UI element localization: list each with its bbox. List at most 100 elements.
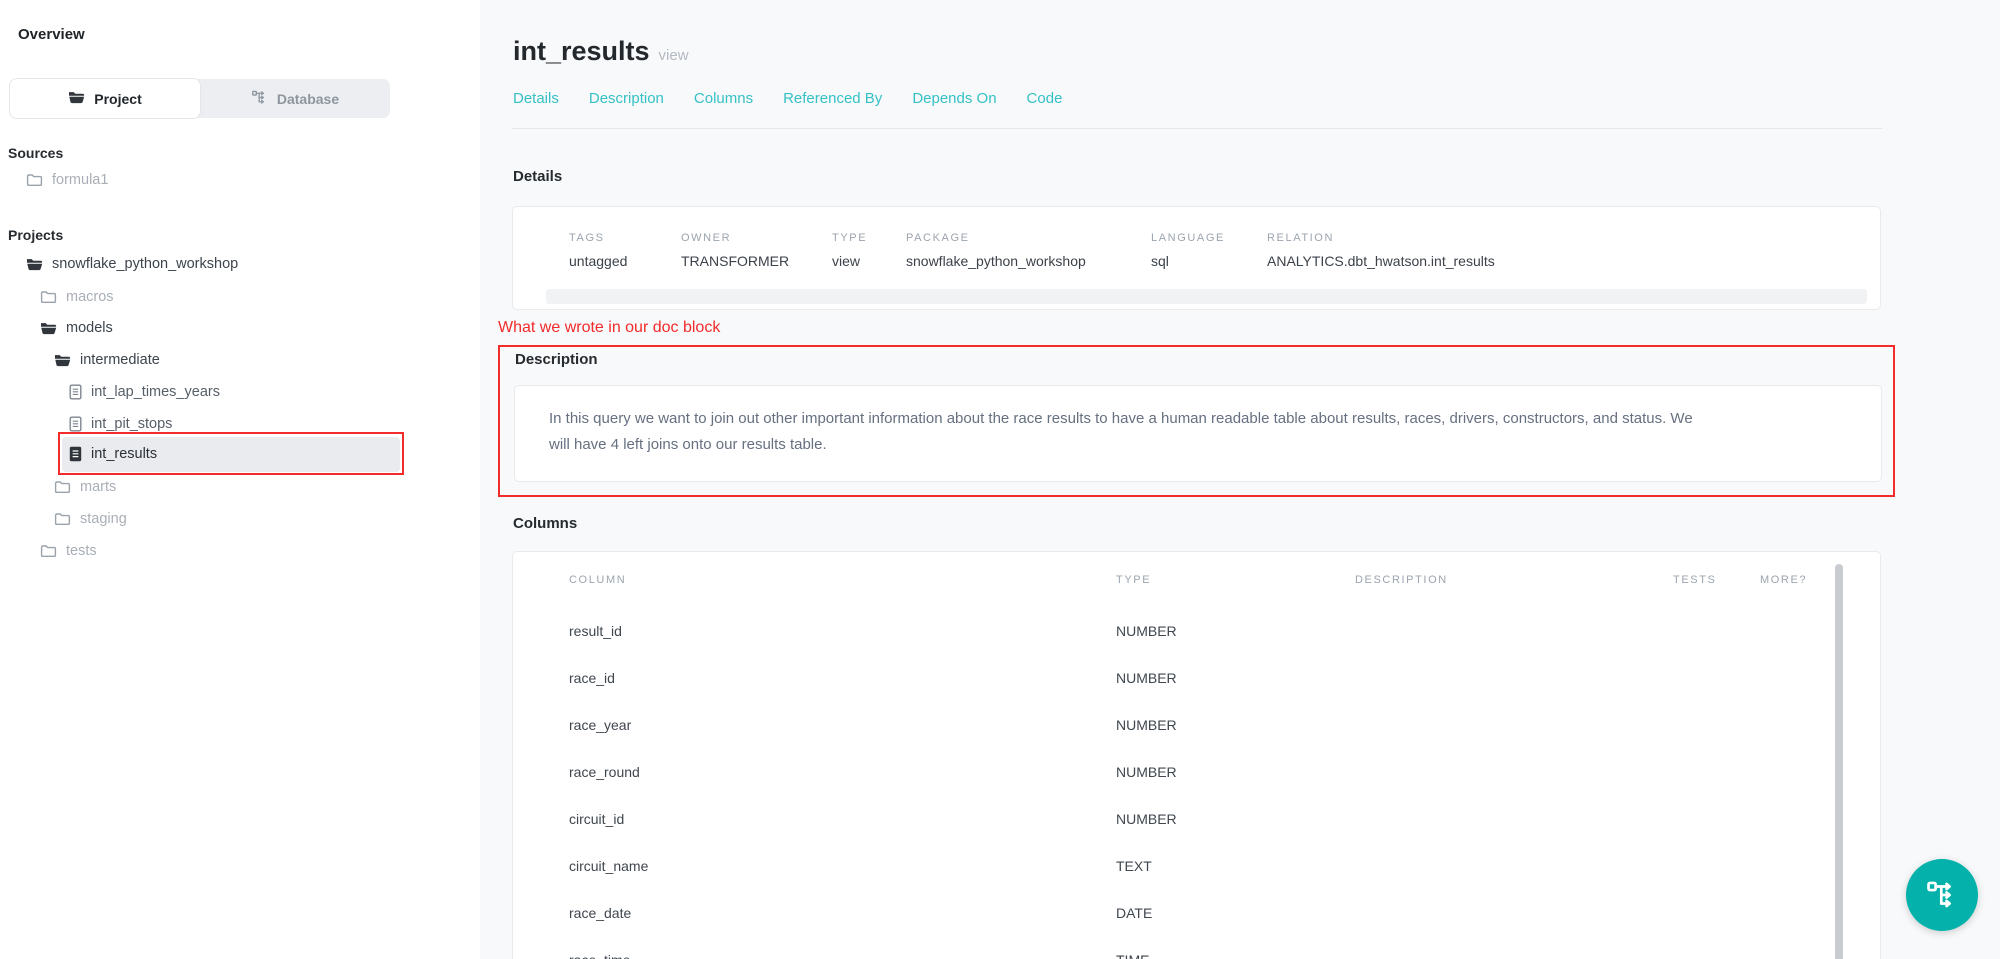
field-label: TAGS [569, 232, 681, 244]
sidebar-item-label: snowflake_python_workshop [52, 256, 238, 272]
tab-columns[interactable]: Columns [694, 90, 753, 107]
columns-heading: Columns [513, 515, 577, 532]
sidebar-item-marts[interactable]: marts [0, 471, 480, 503]
table-row-race_id[interactable]: race_idNUMBER [569, 654, 1824, 701]
main-content: int_results view Details Description Colum… [480, 0, 2000, 959]
description-line: In this query we want to join out other … [549, 406, 1845, 432]
sidebar-item-snowflake_python_workshop[interactable]: snowflake_python_workshop [0, 248, 480, 280]
sidebar-item-models[interactable]: models [0, 312, 480, 344]
tab-depends-on[interactable]: Depends On [912, 90, 996, 107]
table-row-race_date[interactable]: race_dateDATE [569, 889, 1824, 936]
table-row-circuit_name[interactable]: circuit_nameTEXT [569, 842, 1824, 889]
tab-referenced-by[interactable]: Referenced By [783, 90, 882, 107]
overview-title: Overview [18, 26, 85, 43]
sidebar-item-intermediate[interactable]: intermediate [0, 344, 480, 376]
cell-column: circuit_name [569, 858, 1116, 874]
details-field-language: LANGUAGEsql [1151, 232, 1267, 269]
table-row-result_id[interactable]: result_idNUMBER [569, 607, 1824, 654]
field-label: PACKAGE [906, 232, 1151, 244]
columns-table-body: result_idNUMBERrace_idNUMBERrace_yearNUM… [569, 607, 1824, 959]
folder-closed-icon [26, 173, 43, 187]
folder-closed-icon [40, 544, 57, 558]
field-value: TRANSFORMER [681, 253, 832, 269]
field-value: snowflake_python_workshop [906, 253, 1151, 269]
folder-closed-icon [54, 512, 71, 526]
sidebar-item-tests[interactable]: tests [0, 535, 480, 567]
field-value: untagged [569, 253, 681, 269]
cell-column: result_id [569, 623, 1116, 639]
projects-section-label: Projects [8, 227, 63, 243]
tab-description[interactable]: Description [589, 90, 664, 107]
file-icon [69, 416, 82, 432]
folder-open-icon [26, 257, 43, 271]
details-card: TAGS untaggedOWNER TRANSFORMERTYPE viewPACK… [512, 206, 1881, 310]
field-label: LANGUAGE [1151, 232, 1267, 244]
cell-type: TIME [1116, 952, 1355, 959]
annotation-text: What we wrote in our doc block [498, 318, 720, 338]
field-label: OWNER [681, 232, 832, 244]
sidebar-item-label: macros [66, 289, 114, 305]
cell-column: race_date [569, 905, 1116, 921]
table-scrollbar[interactable] [1835, 564, 1843, 959]
details-field-relation: RELATION ANALYTICS.dbt_hwatson.int_result… [1267, 232, 1495, 269]
toggle-project[interactable]: Project [10, 79, 200, 118]
column-header-description: DESCRIPTION [1355, 574, 1673, 586]
column-header-column: COLUMN [569, 574, 1116, 586]
sidebar-item-label: int_pit_stops [91, 416, 172, 432]
sidebar-item-int_lap_times_years[interactable]: int_lap_times_years [0, 376, 480, 408]
toggle-database[interactable]: Database [200, 79, 390, 118]
folder-icon [68, 90, 85, 107]
folder-closed-icon [54, 480, 71, 494]
table-row-race_round[interactable]: race_roundNUMBER [569, 748, 1824, 795]
sidebar-item-staging[interactable]: staging [0, 503, 480, 535]
cell-type: DATE [1116, 905, 1355, 921]
cell-type: NUMBER [1116, 717, 1355, 733]
details-heading: Details [513, 168, 562, 185]
field-label: RELATION [1267, 232, 1495, 244]
field-label: TYPE [832, 232, 906, 244]
details-field-type: TYPE view [832, 232, 906, 269]
sidebar-item-label: intermediate [80, 352, 160, 368]
sidebar: Overview Project Database Sources formul… [0, 0, 480, 959]
folder-open-icon [54, 353, 71, 367]
cell-column: race_id [569, 670, 1116, 686]
sidebar-item-label: marts [80, 479, 116, 495]
details-field-package: PACKAGE snowflake_python_workshop [906, 232, 1151, 269]
toggle-project-label: Project [94, 91, 141, 107]
sources-section-label: Sources [8, 145, 63, 161]
column-header-type: TYPE [1116, 574, 1355, 586]
toggle-database-label: Database [277, 91, 339, 107]
sidebar-item-formula1[interactable]: formula1 [0, 164, 480, 196]
sidebar-item-macros[interactable]: macros [0, 281, 480, 313]
field-value: ANALYTICS.dbt_hwatson.int_results [1267, 253, 1495, 269]
header-divider [512, 128, 1882, 129]
cell-column: race_round [569, 764, 1116, 780]
table-row-circuit_id[interactable]: circuit_idNUMBER [569, 795, 1824, 842]
page-title-row: int_results view [513, 36, 689, 67]
lineage-graph-button[interactable] [1906, 859, 1978, 931]
sidebar-item-label: formula1 [52, 172, 108, 188]
field-value: view [832, 253, 906, 269]
table-row-race_year[interactable]: race_yearNUMBER [569, 701, 1824, 748]
tab-code[interactable]: Code [1027, 90, 1063, 107]
sidebar-item-label: staging [80, 511, 127, 527]
view-toggle: Project Database [10, 79, 390, 118]
cell-column: race_year [569, 717, 1116, 733]
annotation-red-box-sidebar [58, 432, 404, 475]
details-collapsed-strip [546, 289, 1867, 304]
cell-type: NUMBER [1116, 764, 1355, 780]
details-field-owner: OWNER TRANSFORMER [681, 232, 832, 269]
file-icon [69, 384, 82, 400]
page-subtitle: view [659, 47, 689, 64]
column-header-more: MORE? [1760, 574, 1824, 586]
lineage-graph-icon [1925, 878, 1959, 912]
table-row-race_time[interactable]: race_timeTIME [569, 936, 1824, 959]
cell-type: TEXT [1116, 858, 1355, 874]
lineage-graph-icon [251, 89, 268, 109]
tab-bar: Details Description Columns Referenced By De… [513, 90, 1062, 107]
description-line: will have 4 left joins onto our results … [549, 432, 1845, 458]
folder-open-icon [40, 321, 57, 335]
tab-details[interactable]: Details [513, 90, 559, 107]
folder-closed-icon [40, 290, 57, 304]
column-header-tests: TESTS [1673, 574, 1760, 586]
